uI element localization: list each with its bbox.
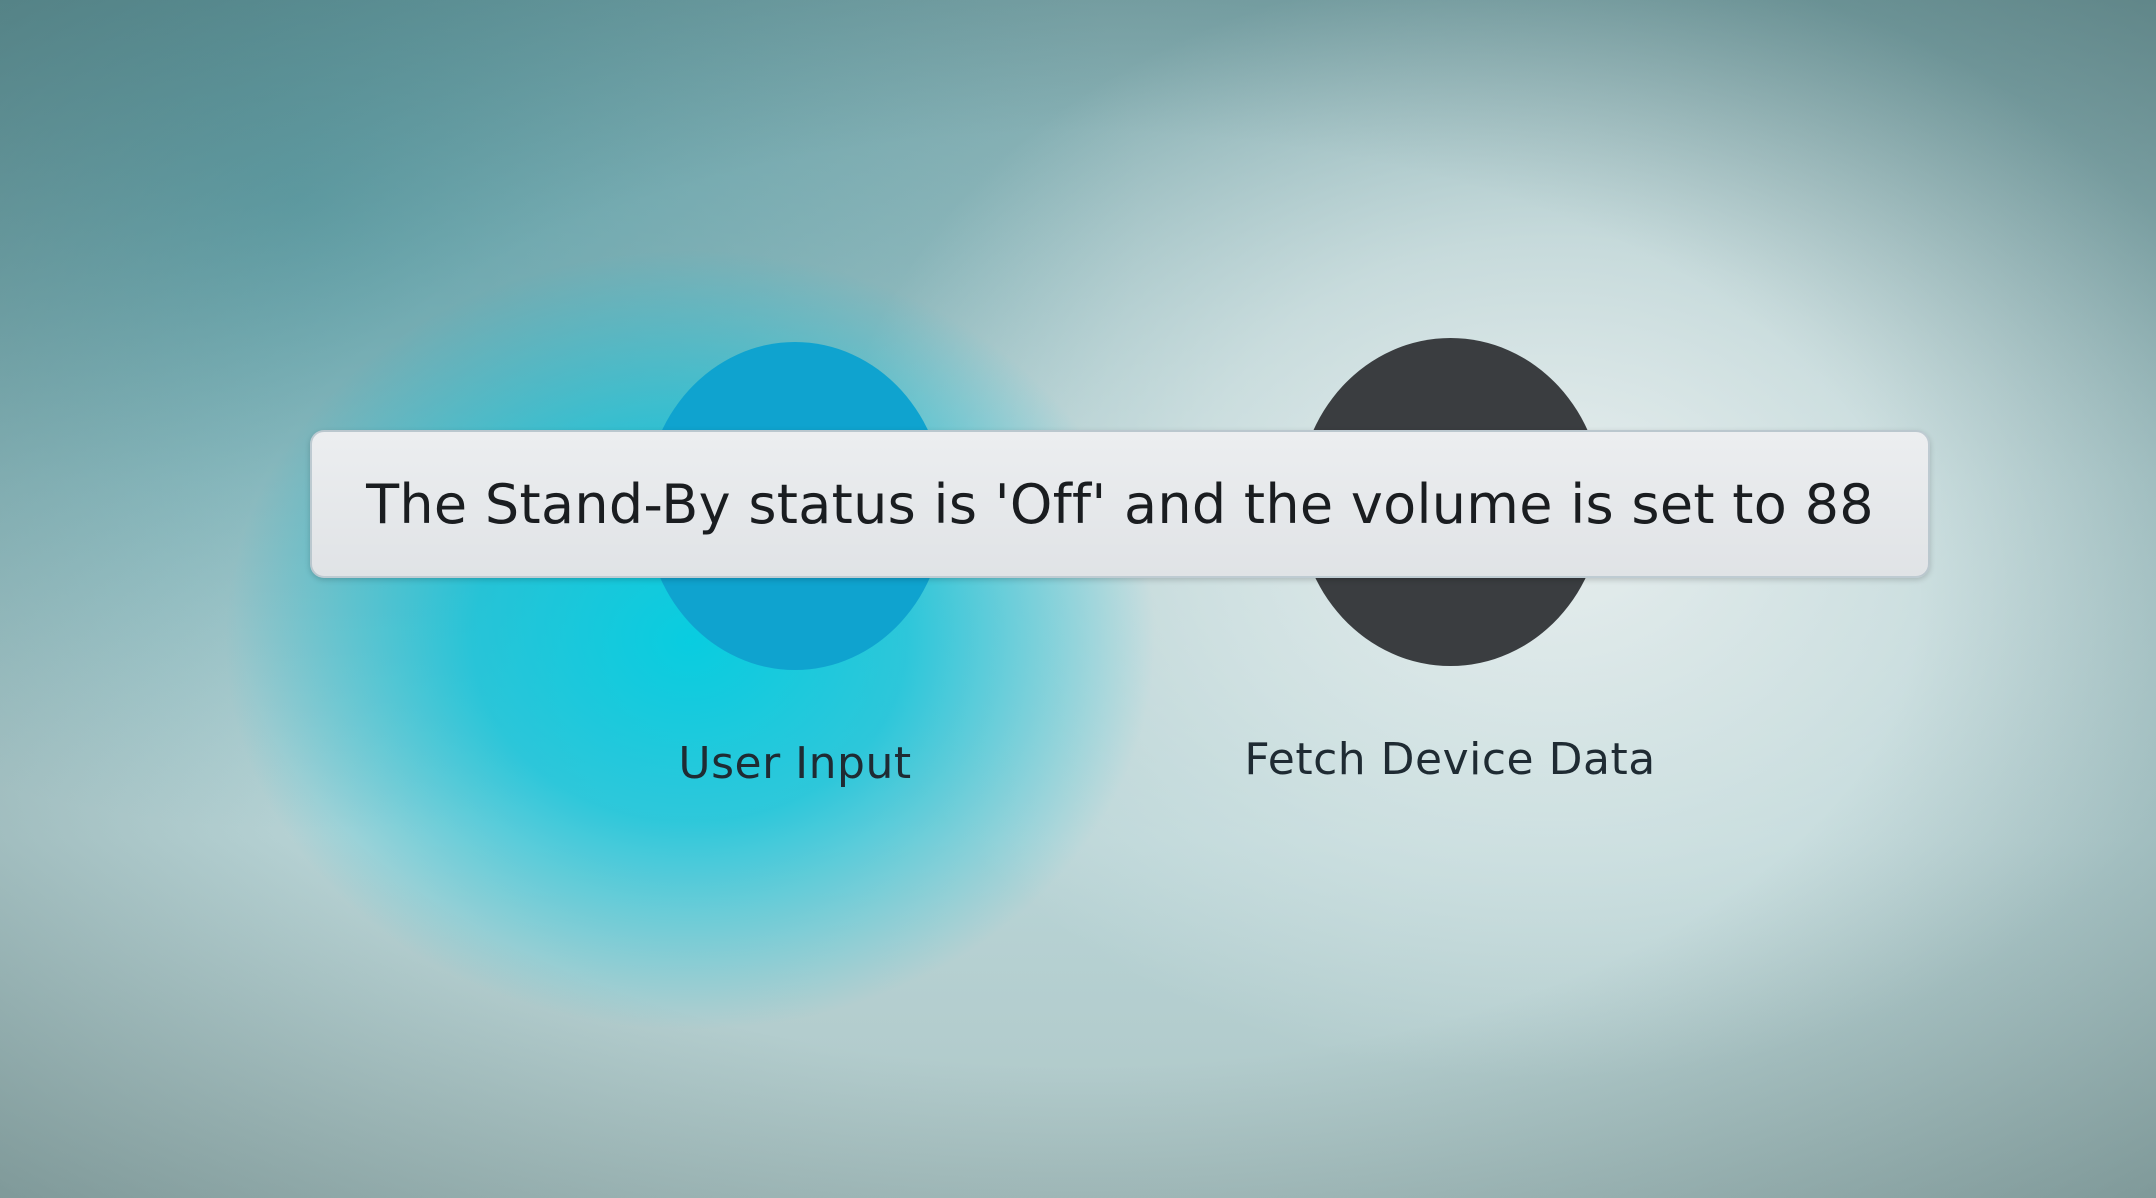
toast-message: The Stand-By status is 'Off' and the vol…	[366, 472, 1874, 536]
fetch-device-data-label: Fetch Device Data	[1244, 734, 1656, 785]
background	[0, 0, 2156, 1198]
user-input-label: User Input	[678, 738, 912, 789]
status-toast: The Stand-By status is 'Off' and the vol…	[310, 430, 1930, 578]
